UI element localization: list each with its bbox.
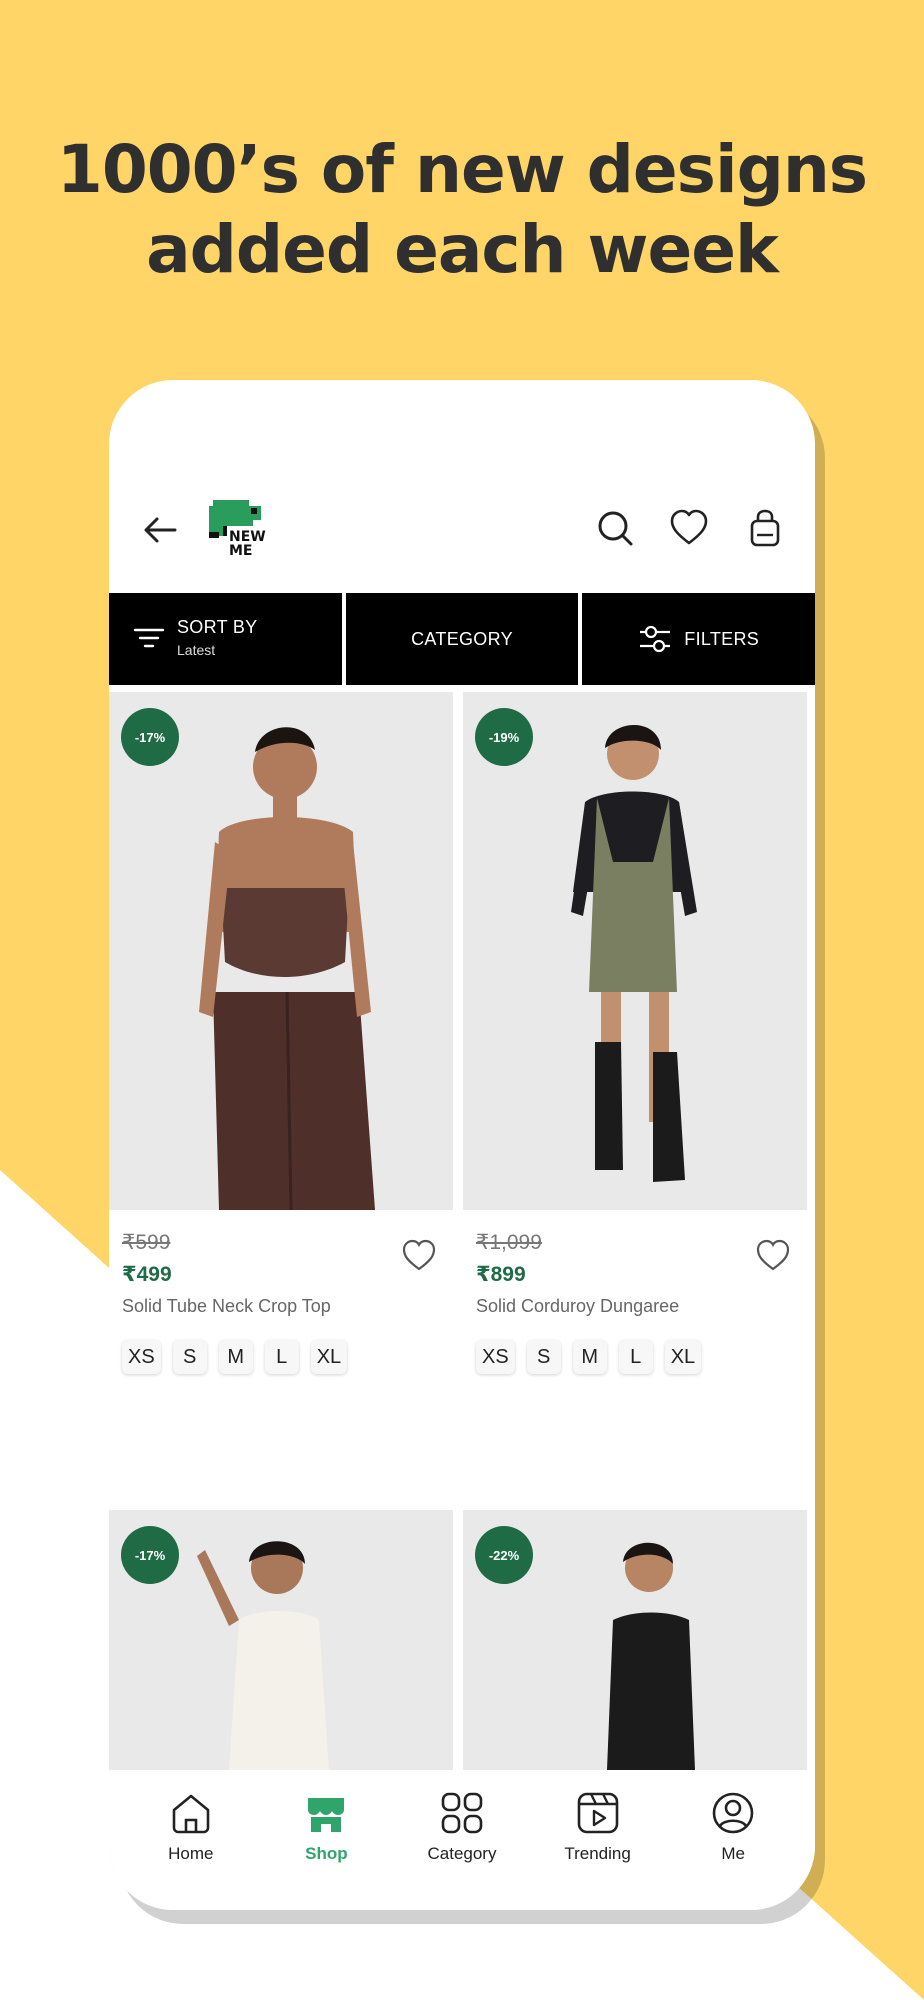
product-mrp: ₹599 <box>122 1231 171 1254</box>
bag-icon[interactable] <box>745 508 785 548</box>
discount-badge: -22% <box>475 1526 533 1584</box>
nav-label: Me <box>721 1844 745 1863</box>
size-options: XS S M L XL <box>476 1340 702 1374</box>
product-name: Solid Tube Neck Crop Top <box>122 1296 331 1316</box>
discount-badge: -17% <box>121 1526 179 1584</box>
home-icon <box>172 1794 210 1834</box>
back-arrow-icon[interactable] <box>139 508 183 552</box>
filter-bar: SORT BY Latest CATEGORY FILTERS <box>109 593 815 685</box>
brand-logo-text: NEW ME <box>229 529 266 559</box>
filters-button[interactable]: FILTERS <box>582 593 815 685</box>
category-icon <box>441 1792 483 1834</box>
app-header: NEW ME <box>109 490 815 570</box>
filters-icon <box>640 625 671 653</box>
product-card[interactable]: -17% ₹599 ₹499 Solid Tube Neck Crop Top … <box>109 692 453 1410</box>
product-photo-dungaree <box>571 725 697 1182</box>
nav-label: Shop <box>305 1844 348 1863</box>
size-chip[interactable]: L <box>618 1340 653 1374</box>
size-chip[interactable]: XS <box>122 1340 161 1374</box>
size-options: XS S M L XL <box>122 1340 348 1374</box>
nav-me[interactable]: Me <box>673 1770 793 1910</box>
product-image[interactable]: -17% <box>109 692 453 1210</box>
size-chip[interactable]: XL <box>664 1340 702 1374</box>
product-mrp: ₹1,099 <box>476 1231 542 1254</box>
sort-by-value: Latest <box>177 642 216 658</box>
size-chip[interactable]: M <box>572 1340 607 1374</box>
product-price: ₹899 <box>476 1263 526 1286</box>
search-icon[interactable] <box>595 508 635 548</box>
add-to-wishlist-icon[interactable] <box>755 1238 791 1272</box>
category-button[interactable]: CATEGORY <box>345 593 579 685</box>
product-card[interactable]: -19% ₹1,099 ₹899 Solid Corduroy Dungaree… <box>463 692 807 1410</box>
bottom-navigation: Home Shop Category Trending Me <box>109 1770 815 1910</box>
nav-label: Category <box>427 1844 497 1863</box>
trending-icon <box>577 1792 618 1834</box>
product-image[interactable]: -19% <box>463 692 807 1210</box>
size-chip[interactable]: XS <box>476 1340 515 1374</box>
wishlist-icon[interactable] <box>669 508 709 548</box>
nav-label: Home <box>168 1844 214 1863</box>
phone-frame: NEW ME SORT BY Latest CATEGORY FILTERS -… <box>109 380 815 1910</box>
sort-by-label: SORT BY <box>177 617 258 637</box>
size-chip[interactable]: XL <box>310 1340 348 1374</box>
sort-icon <box>133 628 165 647</box>
nav-shop[interactable]: Shop <box>266 1770 386 1910</box>
headline-line-2: added each week <box>146 211 779 288</box>
size-chip[interactable]: L <box>264 1340 299 1374</box>
nav-home[interactable]: Home <box>131 1770 251 1910</box>
size-chip[interactable]: S <box>172 1340 207 1374</box>
product-photo-crop-top <box>199 727 375 1210</box>
size-chip[interactable]: S <box>526 1340 561 1374</box>
filters-label: FILTERS <box>684 628 760 649</box>
size-chip[interactable]: M <box>218 1340 253 1374</box>
add-to-wishlist-icon[interactable] <box>401 1238 437 1272</box>
category-label: CATEGORY <box>411 628 513 649</box>
headline-line-1: 1000’s of new designs <box>56 131 868 208</box>
nav-category[interactable]: Category <box>402 1770 522 1910</box>
sort-by-button[interactable]: SORT BY Latest <box>109 593 342 685</box>
discount-badge: -19% <box>475 708 533 766</box>
nav-label: Trending <box>564 1844 631 1863</box>
nav-trending[interactable]: Trending <box>538 1770 658 1910</box>
shop-icon <box>308 1798 345 1832</box>
product-price: ₹499 <box>122 1263 172 1286</box>
profile-icon <box>712 1792 754 1834</box>
product-name: Solid Corduroy Dungaree <box>476 1296 680 1316</box>
headline: 1000’s of new designs added each week <box>0 130 924 290</box>
discount-badge: -17% <box>121 708 179 766</box>
